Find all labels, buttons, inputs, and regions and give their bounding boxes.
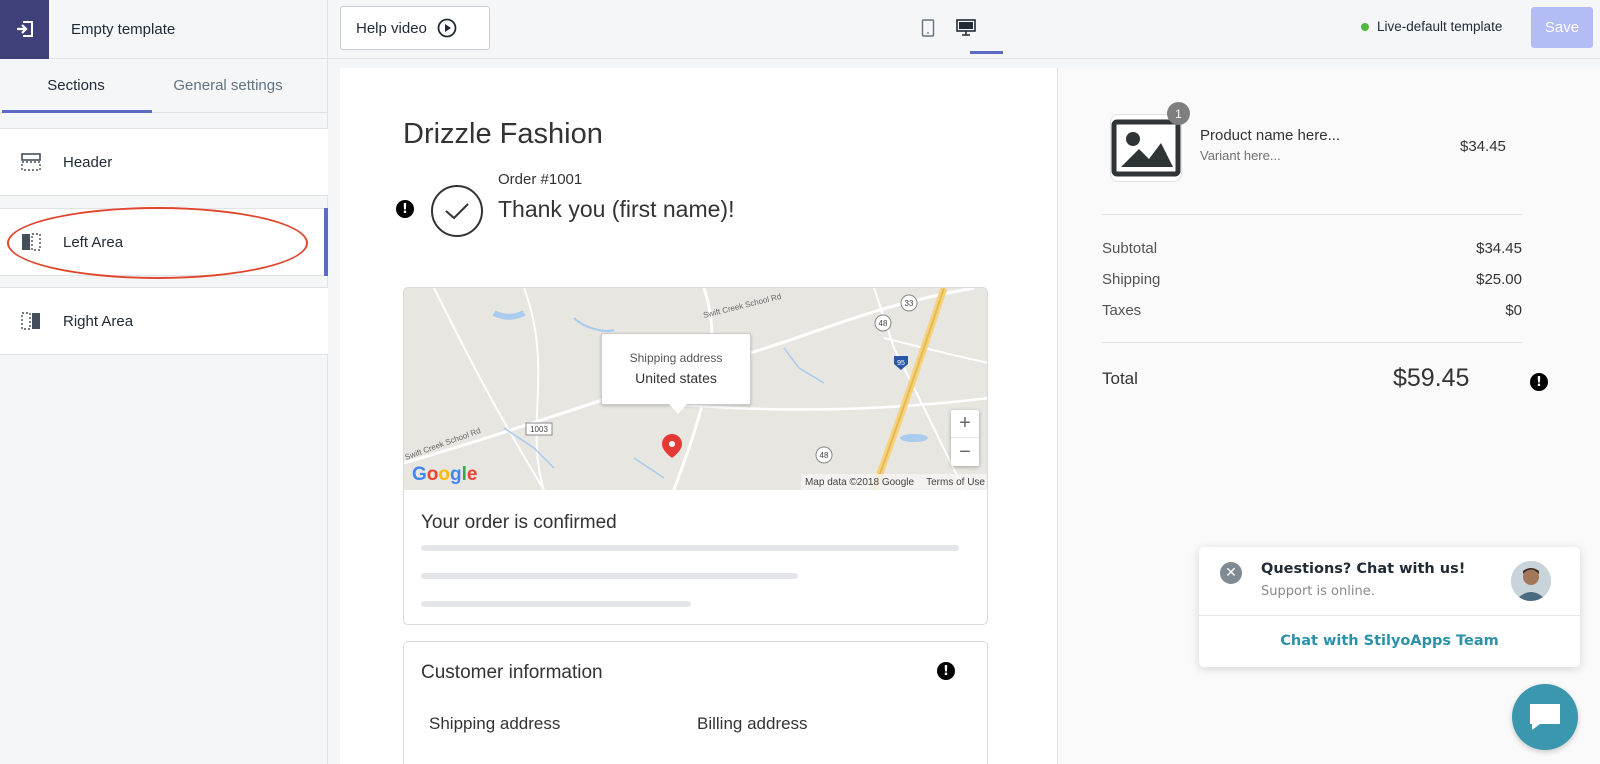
product-price: $34.45: [1460, 138, 1506, 155]
image-placeholder-icon: [1111, 119, 1181, 177]
play-icon: [437, 18, 457, 38]
zoom-out-button[interactable]: −: [951, 438, 979, 466]
section-label-right-area: Right Area: [63, 312, 134, 330]
preview-left-area: Drizzle Fashion ! Order #1001 Thank you …: [340, 68, 1058, 764]
order-confirmed-title: Your order is confirmed: [421, 512, 617, 533]
info-alert-icon[interactable]: !: [1530, 373, 1548, 391]
section-label-header: Header: [63, 153, 113, 171]
road-label: 33: [905, 299, 914, 308]
subtotal-label: Subtotal: [1102, 240, 1158, 257]
total-label: Total: [1102, 369, 1138, 388]
shipping-label: Shipping: [1102, 271, 1161, 288]
map-attribution: Map data ©2018 Google Terms of Use: [800, 474, 987, 490]
map-bubble-label: Shipping address: [629, 351, 723, 365]
road-label: 48: [879, 319, 888, 328]
total-value: $59.45: [1393, 364, 1470, 392]
save-button[interactable]: Save: [1531, 7, 1593, 48]
header-layout-icon: [21, 152, 43, 172]
sidebar-header: Empty template: [0, 0, 327, 59]
chat-launcher-button[interactable]: [1512, 684, 1578, 750]
help-video-button[interactable]: Help video: [340, 6, 490, 50]
chat-prompt-card: ✕ Questions? Chat with us! Support is on…: [1199, 547, 1580, 667]
exit-icon: [16, 21, 33, 37]
template-status-label: Live-default template: [1377, 19, 1503, 34]
top-bar: Help video Live-default template Save: [328, 0, 1600, 59]
divider: [1102, 214, 1522, 215]
product-thumbnail: [1110, 114, 1182, 182]
road-label: 48: [820, 451, 829, 460]
chat-subtitle: Support is online.: [1261, 584, 1375, 599]
right-area-layout-icon: [21, 311, 43, 331]
placeholder-line: [421, 573, 798, 579]
road-label: 95: [897, 360, 905, 367]
chat-bubble-icon: [1530, 704, 1560, 730]
section-item-header[interactable]: Header: [0, 128, 328, 196]
shipping-address-heading: Shipping address: [429, 714, 561, 733]
shop-name: Drizzle Fashion: [403, 118, 603, 150]
live-status-dot: [1361, 22, 1369, 31]
sidebar-tabs: Sections General settings: [0, 59, 327, 113]
placeholder-line: [421, 601, 691, 607]
quantity-badge: 1: [1167, 102, 1190, 125]
tab-general-settings[interactable]: General settings: [152, 59, 304, 112]
chat-with-team-link[interactable]: Chat with StilyoApps Team: [1199, 615, 1580, 667]
map-data-credit: Map data ©2018 Google: [804, 476, 915, 488]
terms-of-use-link[interactable]: Terms of Use: [926, 477, 985, 488]
map-info-bubble: Shipping address United states: [601, 333, 751, 414]
info-alert-icon[interactable]: !: [396, 200, 414, 218]
template-title: Empty template: [71, 20, 176, 38]
info-alert-icon[interactable]: !: [937, 662, 955, 680]
chat-title: Questions? Chat with us!: [1261, 561, 1466, 577]
order-confirmed-card: Swift Creek School Rd Swift Creek School…: [403, 287, 988, 625]
template-status: Live-default template: [1361, 19, 1502, 34]
customer-information-card: Customer information ! Shipping address …: [403, 641, 988, 764]
customer-information-title: Customer information: [421, 662, 603, 683]
thank-you-heading: Thank you (first name)!: [498, 196, 735, 222]
google-logo: Google: [412, 464, 478, 485]
support-avatar: [1511, 561, 1551, 601]
taxes-value: $0: [1505, 302, 1522, 319]
section-item-right-area[interactable]: Right Area: [0, 287, 328, 355]
checkmark-icon: [431, 185, 483, 237]
close-icon[interactable]: ✕: [1220, 562, 1242, 584]
order-number: Order #1001: [498, 171, 583, 188]
billing-address-heading: Billing address: [697, 714, 808, 733]
tab-sections[interactable]: Sections: [0, 59, 152, 113]
shipping-map[interactable]: Swift Creek School Rd Swift Creek School…: [404, 288, 987, 490]
section-label-left-area: Left Area: [63, 233, 124, 251]
sidebar: Empty template Sections General settings…: [0, 0, 328, 764]
desktop-view-icon[interactable]: [954, 16, 978, 40]
zoom-in-button[interactable]: +: [951, 410, 979, 438]
left-area-layout-icon: [21, 232, 43, 252]
mobile-view-icon[interactable]: [916, 16, 940, 40]
active-device-indicator: [970, 51, 1003, 54]
help-video-label: Help video: [356, 19, 427, 37]
section-item-left-area[interactable]: Left Area: [0, 208, 328, 276]
shipping-value: $25.00: [1476, 271, 1522, 288]
placeholder-line: [421, 545, 959, 551]
taxes-label: Taxes: [1102, 302, 1142, 319]
exit-button[interactable]: [0, 0, 49, 59]
road-label: 1003: [530, 425, 548, 434]
product-variant: Variant here...: [1200, 148, 1281, 163]
subtotal-value: $34.45: [1476, 240, 1522, 257]
map-bubble-value: United states: [635, 370, 717, 386]
map-zoom-control: + −: [951, 410, 979, 466]
product-name: Product name here...: [1200, 127, 1341, 144]
divider: [1102, 342, 1522, 343]
